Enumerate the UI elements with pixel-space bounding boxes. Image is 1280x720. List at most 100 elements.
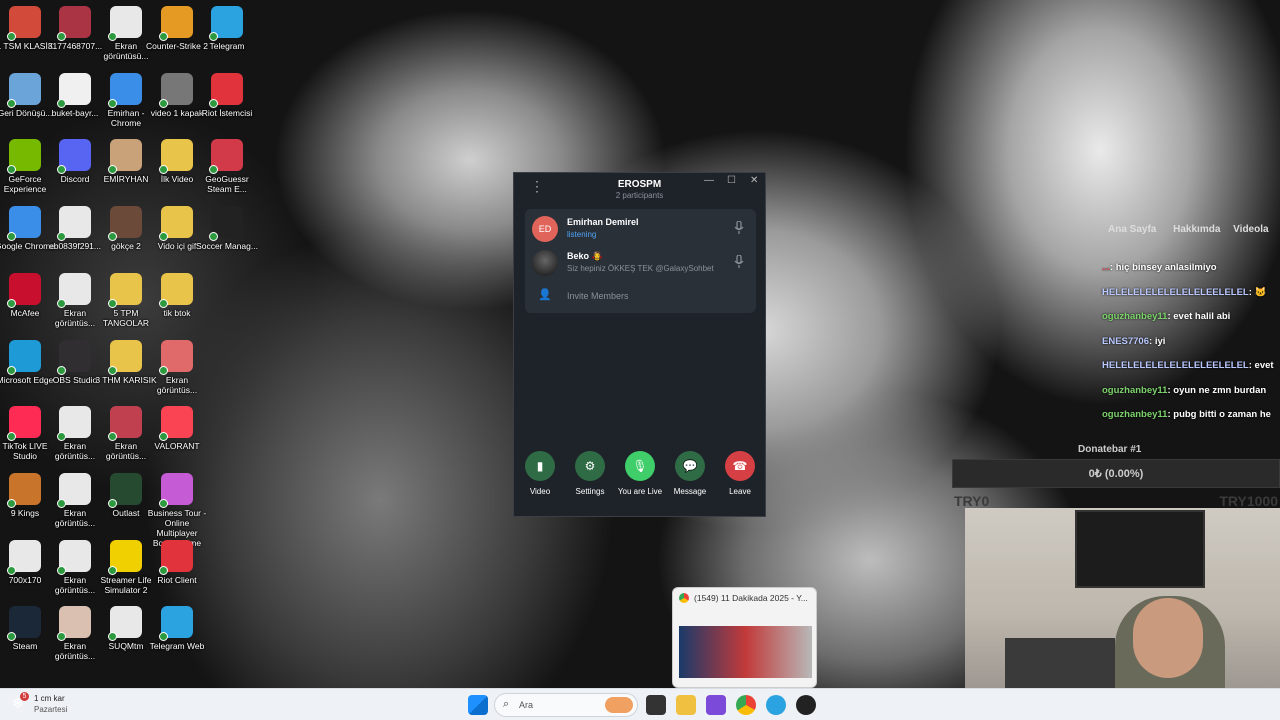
control-message-button[interactable]: 💬 Message — [665, 451, 715, 496]
sync-check-icon — [159, 565, 168, 575]
start-button[interactable] — [468, 695, 488, 715]
photo-icon — [57, 606, 91, 642]
tv-screen — [1075, 510, 1205, 588]
sync-check-icon — [108, 498, 117, 508]
desktop-icon[interactable]: Soccer Manag... — [195, 206, 259, 251]
chat-message: HELELELELELELELELEELELEL: evet — [1102, 360, 1274, 371]
chat-text: : iyi — [1149, 335, 1166, 347]
soccer-manager-icon — [209, 206, 243, 242]
geoguessr-icon — [209, 139, 243, 175]
image-icon — [57, 206, 91, 242]
invite-label: Invite Members — [567, 291, 629, 301]
preview-thumbnail — [679, 626, 812, 678]
file-explorer-icon[interactable] — [676, 695, 696, 715]
desktop-icon[interactable]: VALORANT — [145, 406, 209, 451]
participant-list: ED Emirhan Demirel listening Beko 🧛‍♀️ S… — [525, 209, 756, 313]
sync-check-icon — [7, 632, 16, 642]
desktop-icon-label: tik btok — [163, 307, 191, 318]
donate-min: TRY0 — [954, 493, 990, 509]
desktop-icon[interactable]: Riot Client — [145, 539, 209, 585]
task-view-icon[interactable] — [646, 695, 666, 715]
search-placeholder: Ara — [519, 700, 534, 710]
sync-check-icon — [159, 298, 168, 308]
folder-icon — [159, 272, 193, 308]
photo-icon — [108, 206, 142, 242]
desktop-icon-label: Ekran görüntüs... — [156, 374, 198, 395]
sync-check-icon — [159, 365, 168, 375]
participant-name: Emirhan Demirel — [567, 217, 639, 227]
desktop-icon-label: GeoGuessr Steam E... — [205, 174, 249, 195]
sync-check-icon — [57, 632, 66, 642]
control-leave-button[interactable]: ☎ Leave — [715, 451, 765, 496]
more-menu-icon[interactable]: ⋮ — [530, 179, 544, 193]
control-settings-button[interactable]: ⚙ Settings — [565, 451, 615, 496]
desktop-icon[interactable]: Business Tour - Online Multiplayer Board… — [145, 472, 209, 548]
app-icon[interactable] — [706, 695, 726, 715]
chat-username: ... — [1102, 262, 1110, 273]
desktop-icon[interactable]: Telegram — [195, 6, 259, 51]
desktop-icon[interactable]: tik btok — [145, 272, 209, 318]
participant-count: 2 participants — [615, 191, 664, 200]
obs-taskbar-icon[interactable] — [796, 695, 816, 715]
invite-members-button[interactable]: 👤 Invite Members — [525, 281, 756, 309]
screenshot-icon — [57, 539, 91, 575]
sync-check-icon — [159, 232, 168, 242]
screenshot-icon — [108, 406, 142, 442]
sync-check-icon — [7, 32, 16, 41]
desktop-icon-label: Telegram — [209, 41, 245, 51]
screenshot-icon — [57, 272, 91, 308]
desktop-icon[interactable]: GeoGuessr Steam E... — [195, 139, 259, 194]
desktop-icon[interactable]: Telegram Web — [145, 606, 209, 651]
telegram-voice-chat-window[interactable]: ⋮ EROSPM 2 participants — ☐ ✕ ED Emirhan… — [513, 172, 766, 517]
folder-icon — [159, 139, 193, 175]
chat-username: oguzhanbey11 — [1102, 384, 1168, 396]
screenshot-icon — [57, 406, 91, 442]
photo-icon — [108, 139, 142, 175]
sync-check-icon — [57, 565, 66, 575]
sync-check-icon — [57, 98, 66, 108]
sync-check-icon — [108, 632, 117, 642]
video-off-icon: ▮ — [525, 451, 555, 481]
participant-row[interactable]: ED Emirhan Demirel listening — [525, 211, 756, 245]
close-icon[interactable]: ✕ — [750, 175, 758, 186]
donate-title: Donatebar #1 — [1078, 444, 1142, 455]
avatar — [532, 250, 558, 276]
screenshot-icon — [57, 472, 91, 508]
microphone-icon: 🎙 — [625, 451, 655, 481]
game-icon — [108, 472, 142, 508]
chrome-window-preview[interactable]: (1549) 11 Dakikada 2025 - Y... — [672, 587, 817, 688]
participant-name: Beko 🧛‍♀️ — [567, 251, 603, 261]
obs-icon — [57, 339, 91, 375]
person-face — [1133, 598, 1203, 678]
sync-check-icon — [108, 98, 117, 108]
chat-username: ENES7706 — [1102, 335, 1150, 347]
chat-message: ...: hiç binsey anlasilmiyo — [1102, 262, 1217, 273]
search-box[interactable]: ⌕ Ara — [494, 693, 638, 717]
sync-check-icon — [57, 32, 66, 41]
control-you-are-live-button[interactable]: 🎙 You are Live — [615, 451, 665, 496]
control-video-button[interactable]: ▮ Video — [515, 451, 565, 496]
chat-username: oguzhanbey11 — [1102, 409, 1168, 420]
sync-check-icon — [7, 432, 16, 442]
chrome-taskbar-icon[interactable] — [736, 695, 756, 715]
chat-bubble-icon: 💬 — [675, 451, 705, 481]
steam-icon — [7, 606, 41, 642]
minimize-icon[interactable]: — — [704, 175, 714, 186]
folder-icon — [159, 206, 193, 242]
cs2-icon — [159, 6, 193, 41]
donate-max: TRY1000 — [1219, 493, 1278, 509]
sync-check-icon — [7, 565, 16, 575]
sync-check-icon — [108, 298, 117, 308]
sync-check-icon — [57, 298, 66, 308]
desktop-icon[interactable]: Ekran görüntüs... — [145, 339, 209, 395]
chat-message: ENES7706: iyi — [1102, 336, 1165, 347]
desktop-icon[interactable]: Riot İstemcisi — [195, 72, 259, 118]
participant-row[interactable]: Beko 🧛‍♀️ Siz hepiniz ÖKKEŞ TEK @GalaxyS… — [525, 245, 756, 279]
file-icon — [108, 606, 142, 642]
chat-text: : 🐱 — [1248, 286, 1267, 298]
sync-check-icon — [209, 232, 218, 242]
call-controls: ▮ Video ⚙ Settings 🎙 You are Live 💬 Message ☎ Lea… — [514, 451, 767, 501]
maximize-icon[interactable]: ☐ — [727, 175, 736, 186]
telegram-taskbar-icon[interactable] — [766, 695, 786, 715]
participant-status: Siz hepiniz ÖKKEŞ TEK @GalaxySohbet — [567, 264, 714, 273]
